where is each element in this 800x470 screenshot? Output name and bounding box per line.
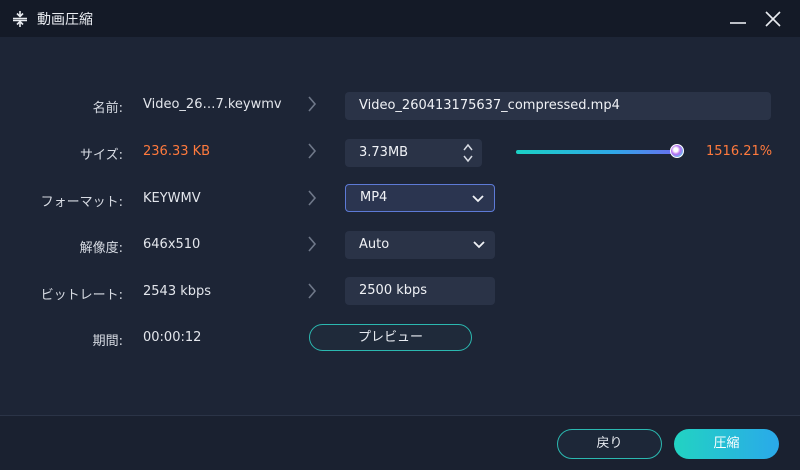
bitrate-label: ビットレート: (40, 288, 123, 303)
output-size-stepper[interactable]: 3.73MB (345, 139, 482, 167)
close-icon[interactable] (762, 8, 784, 30)
size-label: サイズ: (80, 148, 123, 163)
output-format-text: MP4 (360, 190, 388, 205)
chevron-down-icon (472, 195, 484, 203)
source-format-value: KEYWMV (143, 191, 201, 206)
output-format-select[interactable]: MP4 (345, 184, 495, 212)
duration-label: 期間: (92, 334, 123, 349)
title-bar: 動画圧縮 (0, 0, 800, 37)
output-resolution-text: Auto (359, 237, 390, 252)
source-bitrate-value: 2543 kbps (143, 284, 212, 299)
stepper-icon[interactable] (462, 142, 474, 164)
output-size-text: 3.73MB (359, 145, 409, 160)
resolution-label: 解像度: (79, 241, 123, 256)
window-title: 動画圧縮 (37, 12, 93, 28)
chevron-right-icon (308, 143, 317, 159)
compress-icon (13, 11, 27, 27)
chevron-right-icon (308, 190, 317, 206)
output-resolution-select[interactable]: Auto (345, 231, 495, 259)
chevron-right-icon (308, 236, 317, 252)
size-slider-thumb[interactable] (670, 144, 684, 158)
source-size-value: 236.33 KB (143, 144, 211, 159)
source-duration-value: 00:00:12 (143, 330, 202, 345)
name-label: 名前: (92, 101, 123, 116)
compress-button[interactable]: 圧縮 (674, 429, 779, 459)
preview-button[interactable]: プレビュー (309, 324, 472, 351)
size-slider-track[interactable] (516, 150, 678, 154)
chevron-right-icon (308, 283, 317, 299)
output-name-text: Video_260413175637_compressed.mp4 (359, 98, 620, 113)
source-resolution-value: 646x510 (143, 237, 201, 252)
chevron-down-icon (473, 241, 485, 249)
output-bitrate-input[interactable]: 2500 kbps (345, 277, 495, 305)
source-name-value: Video_26…7.keywmv (143, 97, 282, 112)
format-label: フォーマット: (40, 195, 123, 210)
output-bitrate-text: 2500 kbps (359, 283, 428, 298)
chevron-right-icon (308, 96, 317, 112)
output-name-input[interactable]: Video_260413175637_compressed.mp4 (345, 92, 771, 120)
minimize-icon[interactable] (727, 8, 749, 30)
size-percent-value: 1516.21% (706, 144, 773, 159)
back-button[interactable]: 戻り (557, 429, 662, 459)
